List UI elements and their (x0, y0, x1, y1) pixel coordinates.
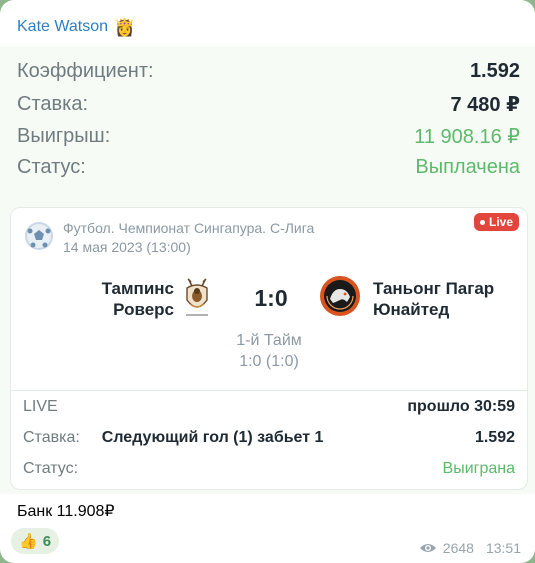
match-divider (11, 390, 527, 391)
coefficient-label: Коэффициент: (17, 60, 154, 82)
league-name: Футбол. Чемпионат Сингапура. С-Лига (63, 220, 315, 236)
winnings-row: Выигрыш: 11 908.16 ₽ (17, 124, 520, 149)
match-status-value: Выиграна (442, 460, 515, 477)
sender-name[interactable]: Kate Watson 👸 (17, 18, 135, 36)
live-row: LIVE прошло 30:59 (23, 398, 515, 416)
team-away-line2: Юнайтед (373, 300, 450, 319)
team-home-line1: Тампинс (101, 279, 174, 298)
bet-label: Ставка: (23, 429, 80, 446)
message-meta: 2648 13:51 (419, 540, 521, 556)
live-badge-text: Live (488, 215, 513, 229)
match-status-row: Статус: Выиграна (23, 460, 515, 478)
message-time: 13:51 (485, 540, 521, 556)
winnings-value: 11 908.16 ₽ (414, 126, 520, 148)
match-league-info: Футбол. Чемпионат Сингапура. С-Лига 14 м… (63, 219, 314, 257)
match-period: 1-й Тайм 1:0 (1:0) (219, 330, 319, 372)
stake-row: Ставка: 7 480 ₽ (17, 92, 520, 117)
status-value: Выплачена (415, 156, 520, 178)
bet-row: Ставка: Следующий гол (1) забьет 1 1.592 (23, 429, 515, 447)
match-status-label: Статус: (23, 460, 79, 477)
live-label: LIVE (23, 398, 58, 415)
thumbs-up-icon: 👍 (19, 533, 38, 550)
message-bubble: Kate Watson 👸 Коэффициент: 1.592 Ставка:… (0, 0, 535, 563)
team-away-logo-icon (320, 276, 360, 316)
coefficient-row: Коэффициент: 1.592 (17, 60, 520, 83)
live-badge: Live (473, 213, 519, 231)
stake-value: 7 480 ₽ (450, 94, 520, 116)
coefficient-value: 1.592 (469, 60, 520, 82)
team-home-line2: Роверс (113, 300, 174, 319)
period-score: 1:0 (1:0) (239, 353, 299, 370)
sender-name-text[interactable]: Kate Watson (17, 18, 108, 36)
elapsed-time: прошло 30:59 (407, 398, 515, 415)
reaction-chip[interactable]: 👍 6 (11, 528, 60, 554)
status-label: Статус: (17, 156, 86, 178)
stake-label: Ставка: (17, 93, 88, 115)
live-dot-icon (479, 219, 485, 225)
winnings-label: Выигрыш: (17, 125, 111, 147)
team-home: Тампинс Роверс (66, 278, 174, 320)
reaction-count: 6 (42, 532, 52, 550)
bank-text: Банк 11.908₽ (17, 503, 115, 520)
match-score: 1:0 (254, 285, 288, 311)
match-card[interactable]: Футбол. Чемпионат Сингапура. С-Лига 14 м… (10, 207, 528, 490)
team-home-logo-icon (186, 278, 208, 316)
bet-description: Следующий гол (1) забьет 1 (101, 429, 324, 446)
bet-odds: 1.592 (474, 429, 515, 446)
soccer-ball-icon (25, 222, 53, 250)
view-count: 2648 (442, 540, 474, 556)
period-label: 1-й Тайм (236, 332, 302, 349)
team-away-line1: Таньонг Пагар (373, 279, 495, 298)
eye-icon (419, 544, 436, 552)
team-away: Таньонг Пагар Юнайтед (373, 278, 513, 320)
match-date: 14 мая 2023 (13:00) (63, 239, 191, 255)
princess-emoji-icon: 👸 (114, 17, 136, 37)
status-row: Статус: Выплачена (17, 156, 520, 179)
